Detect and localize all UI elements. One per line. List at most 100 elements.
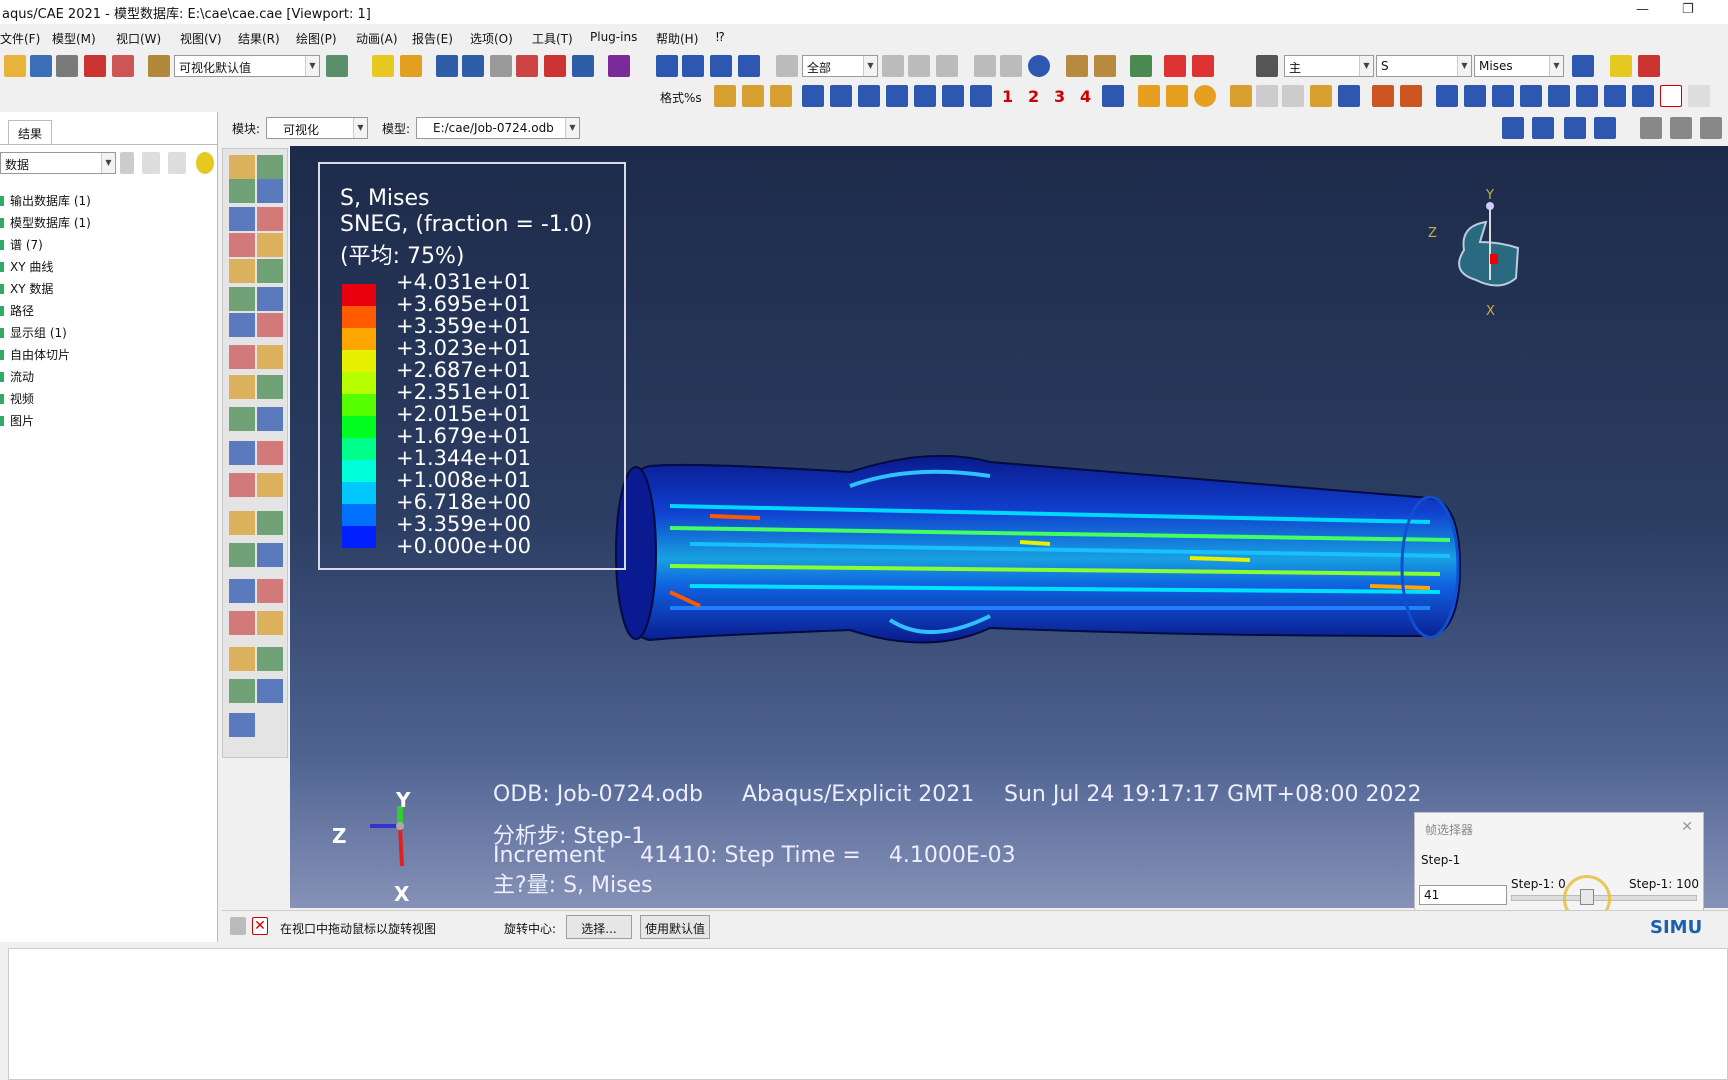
lightbulb-icon[interactable]	[196, 152, 214, 174]
snapshot-icon[interactable]	[1670, 117, 1692, 139]
toolbox-tool-icon[interactable]	[257, 259, 283, 283]
export-icon[interactable]	[84, 55, 106, 77]
camera-icon[interactable]	[1548, 85, 1570, 107]
toolbox-tool-icon[interactable]	[229, 207, 255, 231]
restore-button[interactable]: ❐	[1682, 2, 1694, 17]
toolbox-tool-icon[interactable]	[257, 647, 283, 671]
cdp-icon[interactable]	[1164, 55, 1186, 77]
select-scope-select[interactable]: 全部 ▼	[802, 55, 878, 77]
selection-option-5-icon[interactable]	[1000, 55, 1022, 77]
use-default-button[interactable]: 使用默认值	[640, 915, 710, 939]
previous-frame-icon[interactable]	[682, 55, 704, 77]
anim-prev-icon[interactable]	[1532, 117, 1554, 139]
tree-item[interactable]: XY 曲线	[10, 258, 53, 275]
tree-item[interactable]: 流动	[10, 368, 34, 385]
toolbox-tool-icon[interactable]	[257, 511, 283, 535]
menu-item-0[interactable]: 文件(F)	[0, 30, 40, 47]
toolbox-tool-icon[interactable]	[229, 679, 255, 703]
toolbox-tool-icon[interactable]	[229, 345, 255, 369]
view-axes-icon[interactable]	[970, 85, 992, 107]
toolbox-tool-icon[interactable]	[257, 375, 283, 399]
render-style-select[interactable]: 可视化默认值 ▼	[174, 55, 320, 77]
view-manager-icon[interactable]	[326, 55, 348, 77]
tree-filter-select[interactable]: 数据 ▼	[0, 152, 116, 174]
toolbox-tool-icon[interactable]	[229, 543, 255, 567]
search-icon[interactable]	[1604, 85, 1626, 107]
circle-icon[interactable]	[1194, 85, 1216, 107]
toolbox-tool-icon[interactable]	[229, 259, 255, 283]
plot-overlay-2-icon[interactable]	[1166, 85, 1188, 107]
toolbox-tool-icon[interactable]	[229, 287, 255, 311]
select-button[interactable]: 选择...	[566, 915, 632, 939]
toolbox-tool-icon[interactable]	[257, 441, 283, 465]
select-pointer-icon[interactable]	[776, 55, 798, 77]
viewport-copy-icon[interactable]	[1640, 117, 1662, 139]
box-zoom-icon[interactable]	[516, 55, 538, 77]
menu-item-12[interactable]: ⁉	[716, 30, 725, 44]
tree-item[interactable]: 模型数据库 (1)	[10, 214, 91, 231]
anim-last-icon[interactable]	[1594, 117, 1616, 139]
view-yx-icon[interactable]	[830, 85, 852, 107]
layer-icon[interactable]	[1436, 85, 1458, 107]
refresh-icon[interactable]	[1572, 55, 1594, 77]
layer-3-icon[interactable]	[1492, 85, 1514, 107]
view-iso-icon[interactable]	[714, 85, 736, 107]
palette-icon[interactable]	[148, 55, 170, 77]
toolbox-tool-icon[interactable]	[257, 543, 283, 567]
ruler-icon[interactable]	[1066, 55, 1088, 77]
toolbox-tool-icon[interactable]	[257, 207, 283, 231]
measure-icon[interactable]	[1094, 55, 1116, 77]
view-zx-icon[interactable]	[914, 85, 936, 107]
toolbox-tool-icon[interactable]	[229, 611, 255, 635]
view-front-icon[interactable]	[742, 85, 764, 107]
field-output-icon[interactable]	[1256, 55, 1278, 77]
menu-item-1[interactable]: 模型(M)	[52, 30, 96, 47]
cancel-icon[interactable]: ✕	[252, 917, 268, 935]
tree-item[interactable]: 图片	[10, 412, 34, 429]
query-2-icon[interactable]	[400, 55, 422, 77]
open-icon[interactable]	[4, 55, 26, 77]
back-arrow-icon[interactable]	[230, 917, 246, 935]
toolbox-tool-icon[interactable]	[257, 611, 283, 635]
toolbox-tool-icon[interactable]	[229, 511, 255, 535]
menu-item-6[interactable]: 动画(A)	[356, 30, 398, 47]
toolbox-tool-icon[interactable]	[229, 375, 255, 399]
toolbox-tool-icon[interactable]	[229, 407, 255, 431]
tree-item[interactable]: XY 数据	[10, 280, 53, 297]
view-xz-icon[interactable]	[942, 85, 964, 107]
contour-icon[interactable]	[1130, 55, 1152, 77]
toolbox-tool-icon[interactable]	[257, 179, 283, 203]
tree-item[interactable]: 视频	[10, 390, 34, 407]
mesh-icon[interactable]	[1372, 85, 1394, 107]
tree-filter-icon[interactable]	[168, 152, 186, 174]
save-icon[interactable]	[30, 55, 52, 77]
csys-icon[interactable]	[1102, 85, 1124, 107]
view-zy-icon[interactable]	[886, 85, 908, 107]
arrow-icon[interactable]	[1632, 85, 1654, 107]
table-icon[interactable]	[1338, 85, 1360, 107]
last-frame-icon[interactable]	[738, 55, 760, 77]
field-select[interactable]: S ▼	[1376, 55, 1472, 77]
view-yz-icon[interactable]	[858, 85, 880, 107]
pan-icon[interactable]	[436, 55, 458, 77]
toolbox-tool-icon[interactable]	[229, 155, 255, 179]
toolbox-tool-icon[interactable]	[257, 679, 283, 703]
menu-item-3[interactable]: 视图(V)	[180, 30, 222, 47]
anim-first-icon[interactable]	[1502, 117, 1524, 139]
anim-next-icon[interactable]	[1564, 117, 1586, 139]
toolbox-tool-icon[interactable]	[257, 313, 283, 337]
first-frame-icon[interactable]	[656, 55, 678, 77]
rotate-icon[interactable]	[462, 55, 484, 77]
menu-item-7[interactable]: 报告(E)	[412, 30, 453, 47]
tree-item[interactable]: 输出数据库 (1)	[10, 192, 91, 209]
view-xy-icon[interactable]	[802, 85, 824, 107]
display-group-icon[interactable]	[1576, 85, 1598, 107]
menu-item-5[interactable]: 绘图(P)	[296, 30, 337, 47]
close-icon[interactable]: ✕	[1681, 819, 1693, 835]
snapshot-2-icon[interactable]	[1700, 117, 1722, 139]
zoom-icon[interactable]	[490, 55, 512, 77]
query-icon[interactable]	[372, 55, 394, 77]
model-select[interactable]: E:/cae/Job-0724.odb ▼	[416, 117, 580, 139]
pen-icon[interactable]	[1230, 85, 1252, 107]
menu-item-4[interactable]: 结果(R)	[238, 30, 280, 47]
